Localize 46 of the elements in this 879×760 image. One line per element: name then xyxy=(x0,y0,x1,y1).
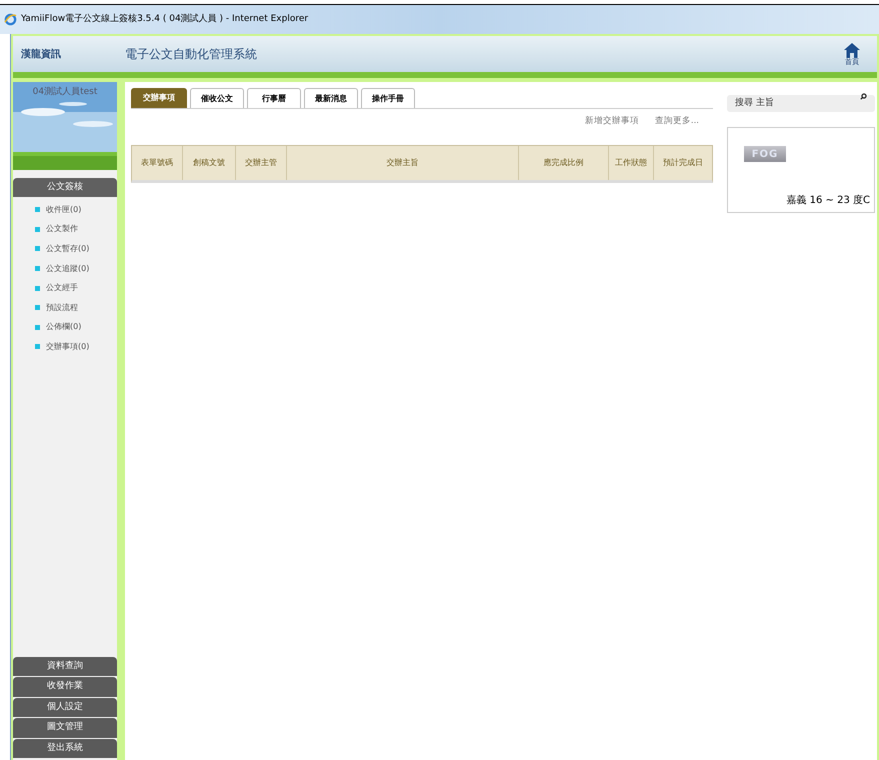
column-header: 工作狀態 xyxy=(608,146,653,180)
tab[interactable]: 最新消息 xyxy=(304,88,358,108)
menu-item[interactable]: 公文追蹤(0) xyxy=(46,262,90,275)
tab[interactable]: 操作手冊 xyxy=(361,88,415,108)
tab[interactable]: 催收公文 xyxy=(190,88,244,108)
bullet-icon xyxy=(35,344,40,350)
column-header: 表單號碼 xyxy=(132,146,182,180)
window-title: YamiiFlow電子公文線上簽核3.5.4 ( 04測試人員 ) - Internet Explorer xyxy=(21,12,308,26)
bullet-icon xyxy=(35,286,40,291)
menu-button[interactable]: 資料查詢 xyxy=(13,656,117,676)
bullet-icon xyxy=(35,226,40,232)
column-header: 預計完成日 xyxy=(653,146,712,180)
user-name: 04測試人員test xyxy=(32,86,98,99)
weather-text: 嘉義 16 ~ 23 度C xyxy=(786,194,870,208)
menu-button[interactable]: 收發作業 xyxy=(13,677,117,696)
menu-button[interactable]: 登出系統 xyxy=(13,738,117,758)
column-header: 交辦主旨 xyxy=(286,146,518,180)
home-icon xyxy=(843,42,861,59)
menu-button[interactable]: 圖文管理 xyxy=(13,718,117,738)
fog-icon: FOG xyxy=(744,146,786,162)
menu-item[interactable]: 公文經手 xyxy=(46,282,78,294)
column-header: 創稿文號 xyxy=(182,146,235,180)
menu-item[interactable]: 公文暫存(0) xyxy=(46,242,90,255)
search-icon xyxy=(860,93,867,100)
tab[interactable]: 行事曆 xyxy=(247,88,301,108)
bullet-icon xyxy=(35,305,40,310)
column-header: 應完成比例 xyxy=(518,146,608,180)
bullet-icon xyxy=(35,246,40,252)
menu-item[interactable]: 收件匣(0) xyxy=(46,204,82,216)
system-title: 電子公文自動化管理系統 xyxy=(125,46,257,63)
action-link[interactable]: 查詢更多... xyxy=(654,115,699,128)
tab[interactable]: 交辦事項 xyxy=(131,88,187,108)
menu-item[interactable]: 交辦事項(0) xyxy=(46,340,90,353)
menu-item[interactable]: 預設流程 xyxy=(46,302,78,314)
bullet-icon xyxy=(35,324,40,330)
bullet-icon xyxy=(35,266,40,272)
section-header[interactable]: 公文簽核 xyxy=(13,178,117,197)
menu-item[interactable]: 公佈欄(0) xyxy=(46,321,82,334)
search-field[interactable]: 搜尋 主旨 xyxy=(727,94,875,112)
company-name: 漢龍資訊 xyxy=(21,48,62,62)
action-link[interactable]: 新增交辦事項 xyxy=(584,115,639,128)
column-header: 交辦主管 xyxy=(235,146,286,180)
menu-button[interactable]: 個人設定 xyxy=(13,698,117,717)
browser-icon xyxy=(4,13,17,26)
menu-item[interactable]: 公文製作 xyxy=(46,223,78,236)
bullet-icon xyxy=(35,207,40,212)
